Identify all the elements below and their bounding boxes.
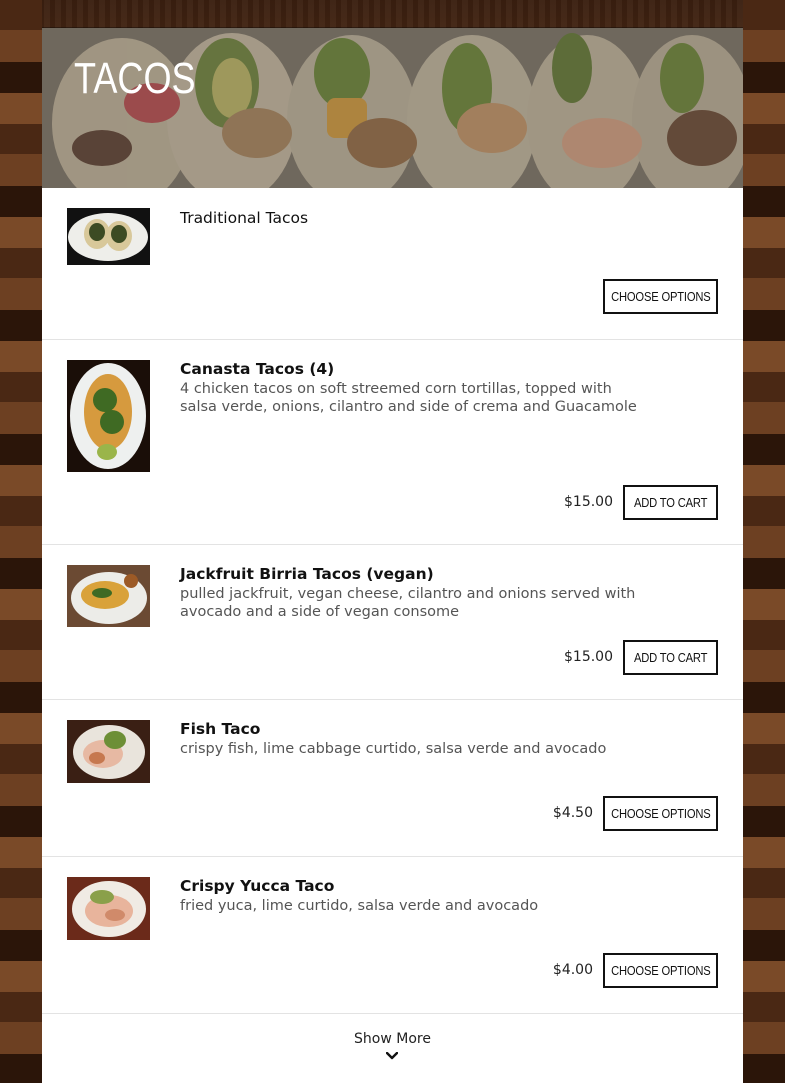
menu-item: Jackfruit Birria Tacos (vegan) pulled ja… [42,545,743,700]
menu-item-description: fried yuca, lime curtido, salsa verde an… [180,898,539,914]
menu-item: Fish Taco crispy fish, lime cabbage curt… [42,700,743,857]
menu-item-name[interactable]: Crispy Yucca Taco [180,877,334,895]
menu-item-image[interactable] [67,720,150,783]
menu-item-price: $15.00 [564,494,613,510]
section-title: TACOS [74,54,196,103]
menu-item-image[interactable] [67,565,150,627]
menu-panel: TACOS Traditional Tacos CHOOSE OPTIONS C… [42,28,743,1083]
menu-item-price: $4.00 [552,962,593,978]
menu-item-image[interactable] [67,208,150,265]
chevron-down-icon[interactable] [386,1052,398,1060]
menu-item: Crispy Yucca Taco fried yuca, lime curti… [42,857,743,1014]
menu-item: Canasta Tacos (4) 4 chicken tacos on sof… [42,340,743,545]
menu-item-price: $15.00 [564,649,613,665]
choose-options-button[interactable]: CHOOSE OPTIONS [603,279,718,314]
wood-background-left [0,0,42,1083]
menu-item-image[interactable] [67,877,150,940]
menu-item-description: crispy fish, lime cabbage curtido, salsa… [180,741,607,757]
menu-item: Traditional Tacos CHOOSE OPTIONS [42,188,743,340]
menu-item-name[interactable]: Canasta Tacos (4) [180,360,334,378]
menu-item-name[interactable]: Traditional Tacos [180,209,308,227]
menu-item-name[interactable]: Fish Taco [180,720,260,738]
wood-background-right [743,0,785,1083]
section-hero-banner: TACOS [42,28,743,188]
show-more-button[interactable]: Show More [42,1031,743,1047]
tacos-hero-image [42,28,743,188]
menu-item-image[interactable] [67,360,150,472]
menu-item-price: $4.50 [552,805,593,821]
menu-item-name[interactable]: Jackfruit Birria Tacos (vegan) [180,565,434,583]
menu-item-description: 4 chicken tacos on soft streemed corn to… [180,381,637,415]
add-to-cart-button[interactable]: ADD TO CART [623,640,718,675]
menu-item-description: pulled jackfruit, vegan cheese, cilantro… [180,586,636,620]
choose-options-button[interactable]: CHOOSE OPTIONS [603,796,718,831]
choose-options-button[interactable]: CHOOSE OPTIONS [603,953,718,988]
add-to-cart-button[interactable]: ADD TO CART [623,485,718,520]
